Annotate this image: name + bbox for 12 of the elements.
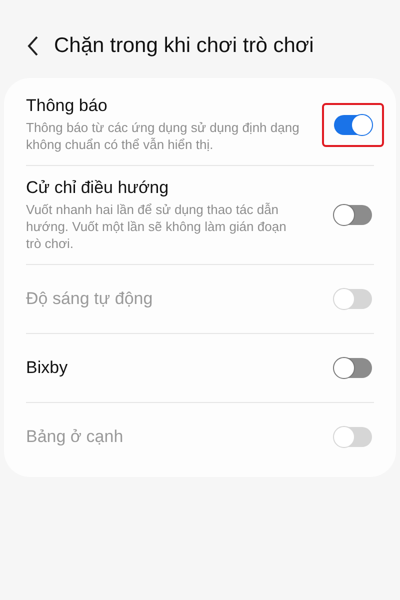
toggle-switch[interactable] — [334, 205, 372, 225]
back-icon[interactable] — [26, 35, 40, 57]
setting-label: Cử chỉ điều hướng — [26, 178, 170, 198]
toggle-switch[interactable] — [334, 358, 372, 378]
toggle-switch[interactable] — [334, 114, 372, 134]
setting-label: Độ sáng tự động — [26, 289, 154, 309]
page-title: Chặn trong khi chơi trò chơi — [54, 34, 314, 58]
setting-description: Thông báo từ các ứng dụng sử dụng định dạng không chuẩn có thể vẫn hiển thị. — [26, 119, 300, 153]
setting-description: Vuốt nhanh hai lần để sử dụng thao tác dẫn hướng. Vuốt một lần sẽ không làm gián đoạn trò chơi. — [26, 201, 288, 252]
setting-label: Thông báo — [26, 96, 108, 116]
setting-label: Bixby — [26, 358, 69, 378]
setting-label: Bảng ở cạnh — [26, 427, 124, 447]
